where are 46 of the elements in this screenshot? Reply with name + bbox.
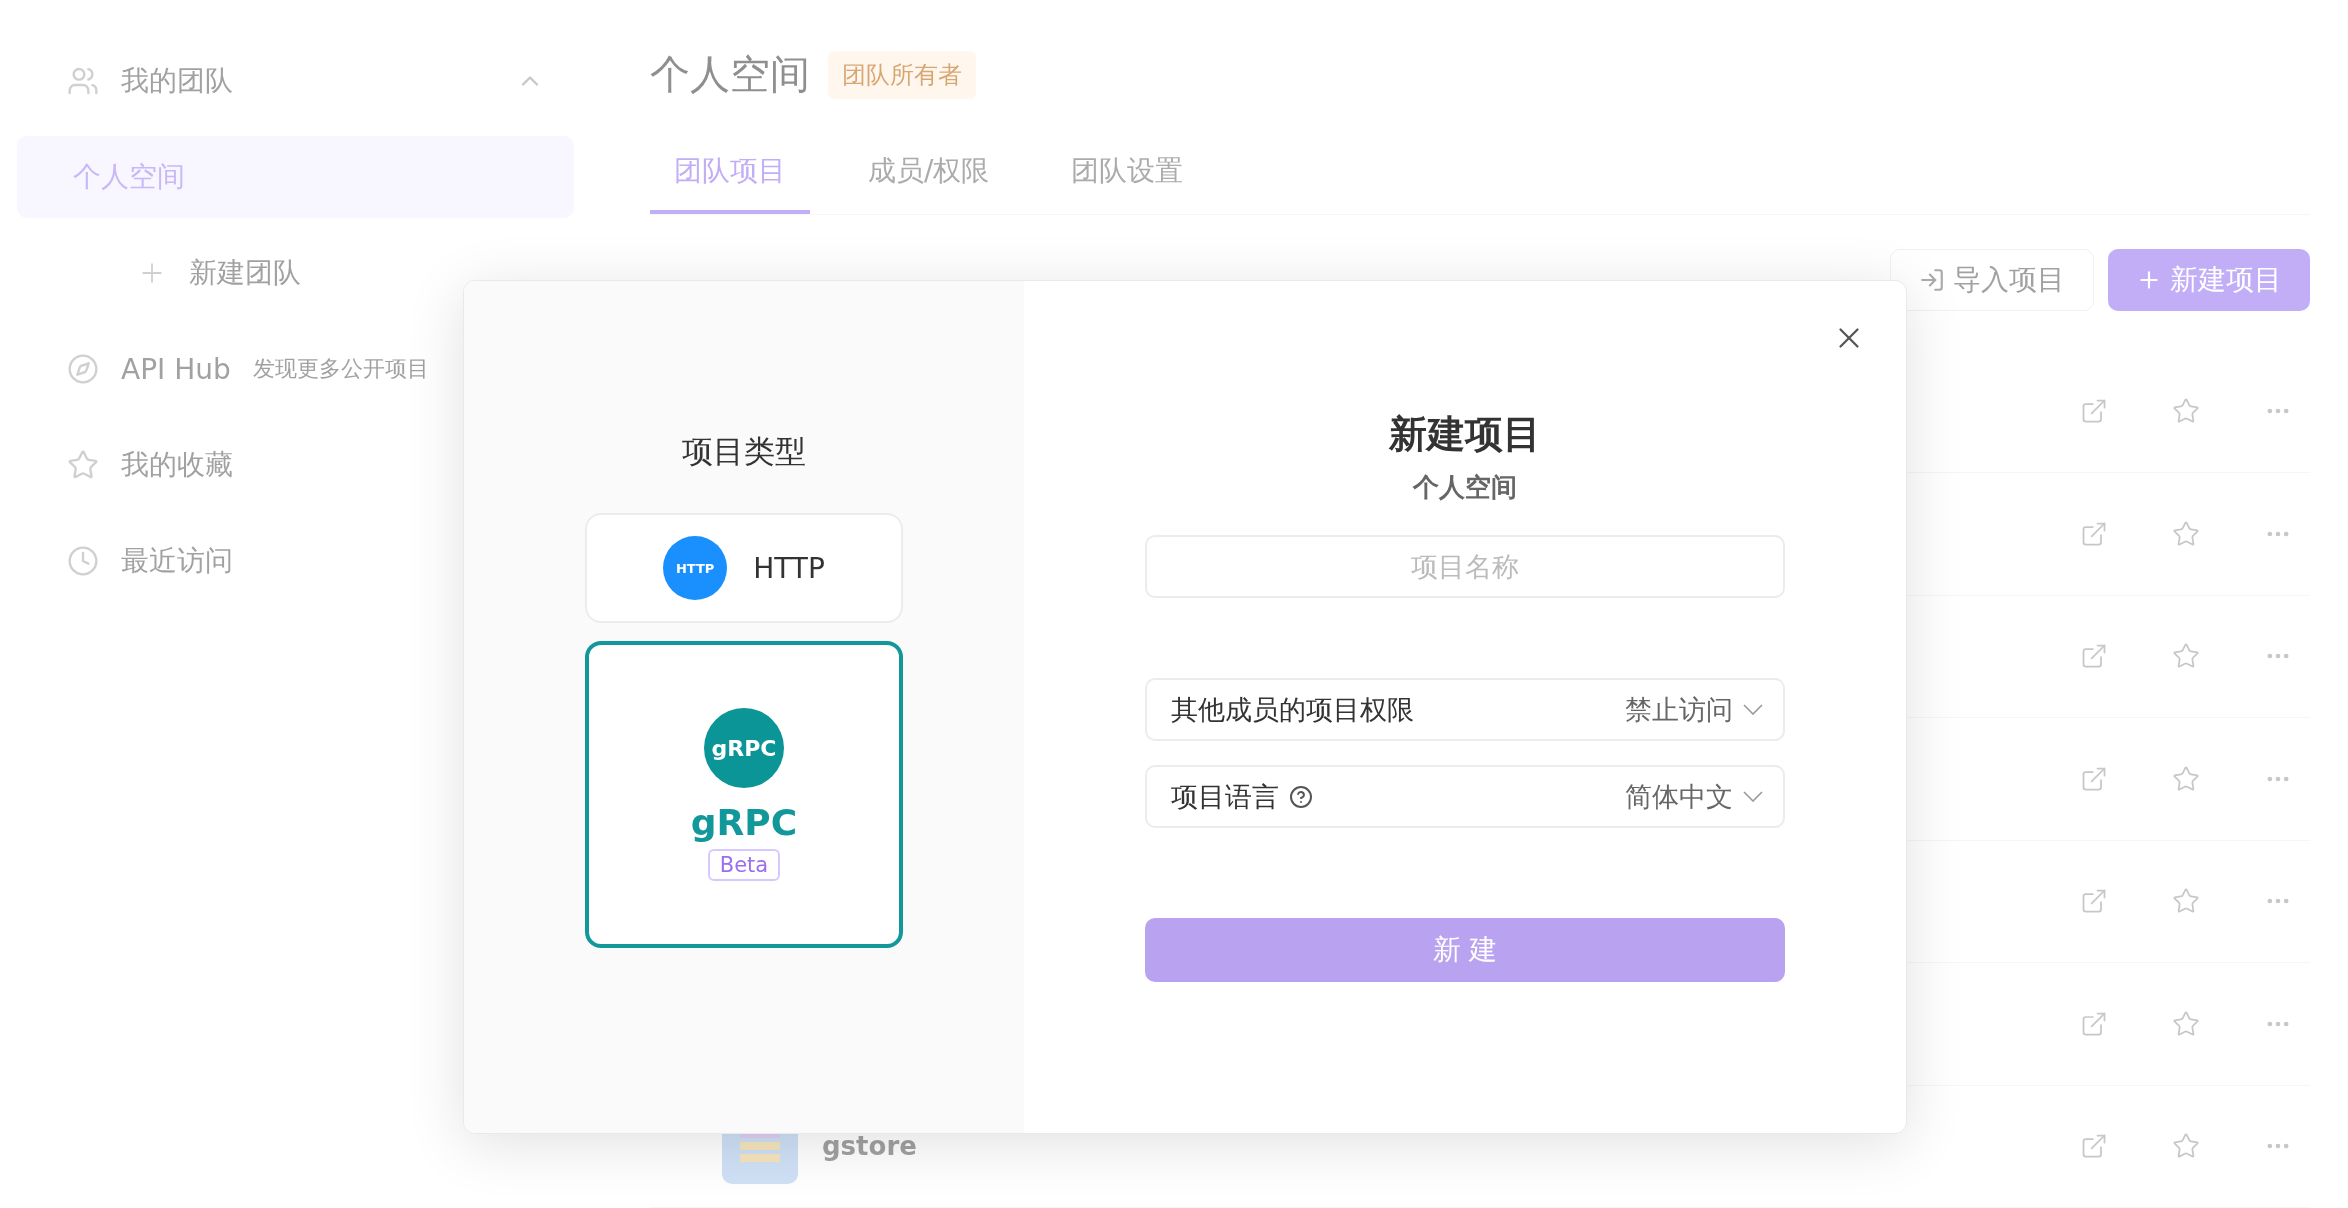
select-field[interactable]: 项目语言 简体中文: [1145, 765, 1785, 828]
select-field[interactable]: 其他成员的项目权限 禁止访问: [1145, 678, 1785, 741]
star-icon[interactable]: [2172, 1009, 2200, 1038]
http-logo: HTTP: [663, 536, 728, 600]
select-label: 项目语言: [1171, 779, 1279, 814]
star-icon[interactable]: [2172, 764, 2200, 793]
import-icon: [1919, 266, 1945, 293]
import-button[interactable]: 导入项目: [1890, 248, 2094, 311]
compass-icon: [67, 353, 99, 385]
item-label: API Hub: [121, 352, 231, 386]
item-hint: 发现更多公开项目: [252, 355, 429, 383]
tab[interactable]: 团队设置: [1047, 137, 1208, 214]
role-badge: 团队所有者: [828, 50, 976, 99]
team-icon: [67, 65, 99, 97]
sidebar-item[interactable]: 我的收藏: [17, 424, 574, 506]
sidebar-item[interactable]: 个人空间: [17, 136, 574, 218]
tab[interactable]: 成员/权限: [844, 137, 1014, 214]
chevron-down-icon: [1743, 704, 1763, 715]
select-value: 简体中文: [1625, 779, 1733, 814]
star-icon[interactable]: [2172, 519, 2200, 548]
sidebar-item[interactable]: 最近访问: [17, 520, 574, 602]
dialog-title: 新建项目: [1389, 411, 1541, 458]
project-name: gstore: [822, 1132, 917, 1161]
star-icon: [67, 449, 99, 481]
tab[interactable]: 团队项目: [650, 137, 810, 214]
grpc-logo: gRPC: [704, 708, 784, 788]
dialog-subtitle: 个人空间: [1413, 471, 1517, 504]
chevron-down-icon: [1743, 791, 1763, 802]
project-type-card[interactable]: HTTP HTTP: [585, 513, 903, 623]
clock-icon: [67, 545, 99, 577]
sidebar-item[interactable]: API Hub 发现更多公开项目: [17, 328, 574, 410]
item-label: 我的收藏: [121, 447, 233, 483]
create-button[interactable]: 新 建: [1145, 918, 1785, 982]
panel-title: 项目类型: [682, 432, 806, 471]
new-project-button[interactable]: 新建项目: [2108, 248, 2310, 311]
select-label: 其他成员的项目权限: [1171, 692, 1414, 727]
type-label: gRPC: [690, 802, 798, 843]
page-title: 个人空间: [650, 50, 810, 100]
item-label: 最近访问: [121, 543, 233, 579]
project-type-card[interactable]: gRPC gRPC Beta: [585, 641, 903, 948]
beta-tag: Beta: [707, 849, 781, 881]
new-team-item[interactable]: 新建团队: [17, 232, 574, 314]
type-label: HTTP: [753, 551, 825, 585]
sidebar-group[interactable]: 我的团队: [17, 40, 574, 122]
select-value: 禁止访问: [1625, 692, 1733, 727]
project-name-input[interactable]: 项目名称: [1145, 535, 1785, 598]
